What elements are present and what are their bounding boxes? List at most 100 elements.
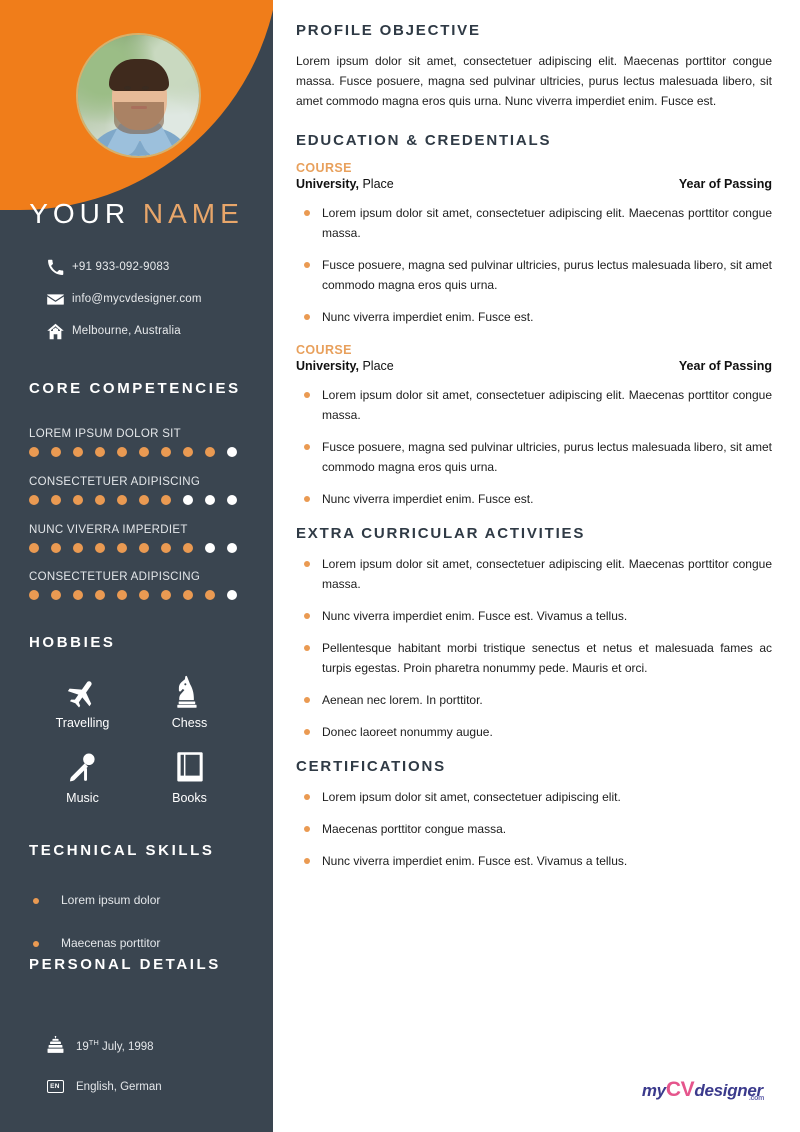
course-university-name: University, — [296, 359, 359, 373]
rating-dot-filled — [161, 495, 171, 505]
rating-dot-filled — [205, 590, 215, 600]
list-item: Pellentesque habitant morbi tristique se… — [296, 638, 772, 678]
hobby-chess: Chess — [136, 672, 243, 730]
rating-dot-filled — [29, 447, 39, 457]
rating-dot-filled — [29, 590, 39, 600]
technical-skill-item: Lorem ipsum dolor — [33, 893, 253, 907]
contact-location-value: Melbourne, Australia — [72, 325, 181, 337]
rating-dot-filled — [139, 447, 149, 457]
competency-label: NUNC VIVERRA IMPERDIET — [29, 524, 188, 536]
rating-dot-empty — [227, 447, 237, 457]
contact-phone-value: +91 933-092-9083 — [72, 261, 170, 273]
rating-dot-empty — [227, 590, 237, 600]
rating-dot-filled — [117, 447, 127, 457]
hobbies-grid: Travelling Chess Music Books — [29, 672, 243, 805]
list-item: Maecenas porttitor congue massa. — [296, 819, 772, 839]
technical-skill-item: Maecenas porttitor — [33, 936, 253, 950]
technical-skill-label: Maecenas porttitor — [61, 936, 161, 950]
education-entry: COURSE University, Place Year of Passing… — [296, 343, 772, 509]
competency-item: CONSECTETUER ADIPISCING — [29, 571, 243, 600]
candidate-name: YOUR NAME — [0, 198, 273, 230]
rating-dot-filled — [73, 495, 83, 505]
competency-label: CONSECTETUER ADIPISCING — [29, 476, 201, 488]
competency-rating — [29, 590, 237, 600]
rating-dot-filled — [183, 447, 193, 457]
contact-phone[interactable]: +91 933-092-9083 — [38, 252, 268, 282]
rating-dot-filled — [29, 495, 39, 505]
rating-dot-filled — [117, 543, 127, 553]
education-heading: EDUCATION & CREDENTIALS — [296, 132, 552, 149]
rating-dot-filled — [73, 590, 83, 600]
list-item: Lorem ipsum dolor sit amet, consectetuer… — [296, 203, 772, 243]
contact-email[interactable]: info@mycvdesigner.com — [38, 284, 268, 314]
course-year: Year of Passing — [678, 177, 772, 191]
certifications-heading: CERTIFICATIONS — [296, 758, 446, 775]
list-item: Nunc viverra imperdiet enim. Fusce est. — [296, 489, 772, 509]
course-meta: University, Place Year of Passing — [296, 177, 772, 191]
microphone-icon — [29, 747, 136, 787]
hobby-books: Books — [136, 747, 243, 805]
personal-details-heading: PERSONAL DETAILS — [29, 956, 221, 973]
birthdate-value: 19TH July, 1998 — [76, 1038, 154, 1053]
technical-skill-label: Lorem ipsum dolor — [61, 893, 161, 907]
rating-dot-filled — [139, 543, 149, 553]
rating-dot-filled — [183, 590, 193, 600]
rating-dot-filled — [73, 543, 83, 553]
rating-dot-filled — [51, 590, 61, 600]
resume-page: YOUR NAME +91 933-092-9083 info@mycvdesi… — [0, 0, 800, 1132]
rating-dot-filled — [73, 447, 83, 457]
competency-item: CONSECTETUER ADIPISCING — [29, 476, 243, 505]
contact-location[interactable]: Melbourne, Australia — [38, 316, 268, 346]
birthdate-rest: July, 1998 — [98, 1040, 154, 1053]
rating-dot-empty — [205, 495, 215, 505]
main-content: PROFILE OBJECTIVE Lorem ipsum dolor sit … — [273, 0, 800, 1132]
extra-curricular-bullet-list: Lorem ipsum dolor sit amet, consectetuer… — [296, 554, 772, 742]
birthdate-ordinal: TH — [88, 1037, 99, 1047]
section-education: EDUCATION & CREDENTIALS COURSE Universit… — [296, 132, 772, 509]
competency-item: LOREM IPSUM DOLOR SIT — [29, 428, 243, 457]
home-icon — [38, 322, 72, 341]
extra-curricular-heading: EXTRA CURRICULAR ACTIVITIES — [296, 525, 586, 542]
languages-value: English, German — [76, 1080, 162, 1093]
hobby-music: Music — [29, 747, 136, 805]
photo-eye-left — [124, 85, 131, 90]
section-profile-objective: PROFILE OBJECTIVE Lorem ipsum dolor sit … — [296, 22, 772, 111]
airplane-icon — [29, 672, 136, 712]
rating-dot-filled — [95, 495, 105, 505]
language-badge-text: EN — [46, 1080, 64, 1093]
course-university-name: University, — [296, 177, 359, 191]
rating-dot-filled — [161, 590, 171, 600]
competency-rating — [29, 543, 237, 553]
rating-dot-filled — [161, 543, 171, 553]
photo-mouth — [130, 106, 147, 110]
list-item: Nunc viverra imperdiet enim. Fusce est. … — [296, 606, 772, 626]
rating-dot-empty — [227, 543, 237, 553]
personal-detail-birthdate: 19TH July, 1998 — [38, 1036, 268, 1054]
rating-dot-filled — [139, 590, 149, 600]
competency-rating — [29, 447, 237, 457]
list-item: Lorem ipsum dolor sit amet, consectetuer… — [296, 787, 772, 807]
list-item: Fusce posuere, magna sed pulvinar ultric… — [296, 255, 772, 295]
mycvdesigner-logo[interactable]: myCVdesigner.com — [641, 1079, 778, 1102]
rating-dot-filled — [95, 447, 105, 457]
course-university: University, Place — [296, 359, 394, 373]
section-certifications: CERTIFICATIONS Lorem ipsum dolor sit ame… — [296, 758, 772, 871]
course-place: Place — [359, 177, 394, 191]
competency-item: NUNC VIVERRA IMPERDIET — [29, 524, 243, 553]
rating-dot-filled — [117, 495, 127, 505]
photo-eye-right — [142, 85, 149, 90]
hobby-travelling: Travelling — [29, 672, 136, 730]
course-university: University, Place — [296, 177, 394, 191]
birthdate-day: 19 — [76, 1040, 89, 1053]
book-icon — [136, 747, 243, 787]
rating-dot-filled — [139, 495, 149, 505]
profile-photo — [78, 35, 199, 156]
photo-hair — [108, 59, 169, 92]
rating-dot-filled — [29, 543, 39, 553]
course-title: COURSE — [296, 161, 352, 175]
hobby-label: Music — [66, 791, 99, 805]
logo-part-my: my — [641, 1081, 666, 1100]
competency-label: CONSECTETUER ADIPISCING — [29, 571, 201, 583]
course-bullet-list: Lorem ipsum dolor sit amet, consectetuer… — [296, 203, 772, 327]
rating-dot-filled — [117, 590, 127, 600]
